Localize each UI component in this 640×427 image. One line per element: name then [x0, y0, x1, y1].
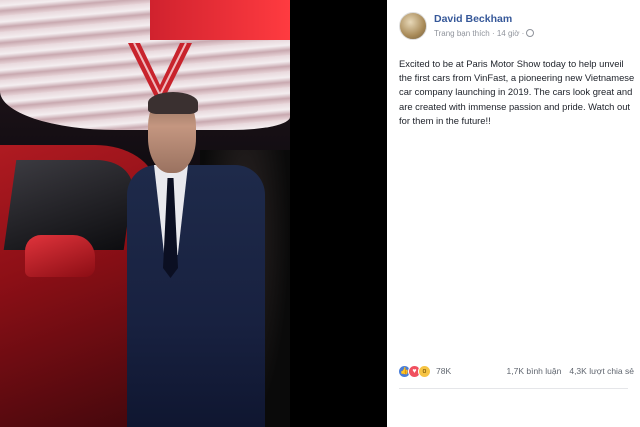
post-meta-text: Trang bạn thích · 14 giờ · — [434, 29, 525, 38]
author-avatar[interactable] — [399, 12, 427, 40]
red-light-panel — [150, 0, 290, 40]
man-suit — [127, 165, 265, 427]
car-side-mirror — [25, 235, 95, 277]
post-stats: 1,7K bình luận 4,3K lượt chia sẻ — [507, 366, 634, 376]
post-meta: Trang bạn thích · 14 giờ · — [434, 29, 535, 38]
man-hair — [148, 92, 198, 114]
post-body: Excited to be at Paris Motor Show today … — [399, 58, 635, 126]
divider — [399, 388, 628, 389]
post-photo[interactable] — [0, 0, 290, 427]
globe-icon — [526, 29, 535, 37]
reactions-summary[interactable]: 👍 ♥ o 78K — [398, 364, 451, 378]
wow-icon: o — [418, 364, 431, 378]
author-name[interactable]: David Beckham — [434, 13, 512, 25]
comments-count[interactable]: 1,7K bình luận — [507, 366, 562, 376]
shares-count[interactable]: 4,3K lượt chia sẻ — [569, 366, 634, 376]
reactions-count: 78K — [436, 366, 452, 376]
post-card: David Beckham Trang bạn thích · 14 giờ ·… — [387, 0, 640, 427]
photo-letterbox — [290, 0, 387, 427]
